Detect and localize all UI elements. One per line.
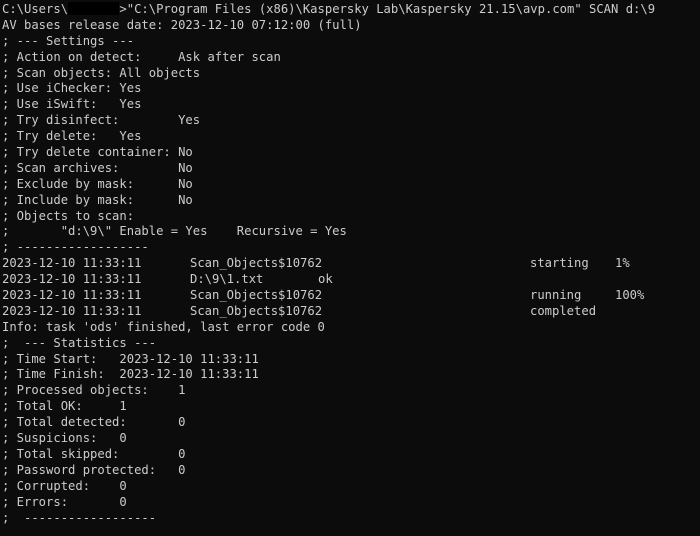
console-window[interactable]: C:\Users\ >"C:\Program Files (x86)\Kasper… <box>0 0 700 536</box>
settings-line: ; ------------------ <box>2 240 149 255</box>
log-progress: 1% <box>615 256 630 271</box>
statistics-line: ; --- Statistics --- <box>2 335 157 350</box>
settings-line: ; Try delete: Yes <box>2 129 142 144</box>
settings-line: ; --- Settings --- <box>2 33 135 48</box>
statistics-line: ; Total OK: 1 <box>2 399 127 414</box>
redacted-username <box>68 2 120 15</box>
log-object: Scan_Objects$10762 <box>190 256 323 271</box>
settings-line: ; Use iSwift: Yes <box>2 97 142 112</box>
log-object: Scan_Objects$10762 <box>190 288 323 303</box>
settings-line: ; Objects to scan: <box>2 208 135 223</box>
settings-line: ; Try delete container: No <box>2 145 193 160</box>
settings-line: ; "d:\9\" Enable = Yes Recursive = Yes <box>2 224 347 239</box>
statistics-line: ; Password protected: 0 <box>2 462 186 477</box>
prompt-command: >"C:\Program Files (x86)\Kaspersky Lab\K… <box>119 2 656 16</box>
command-line: C:\Users\ >"C:\Program Files (x86)\Kasper… <box>2 2 700 18</box>
statistics-line: ; Total detected: 0 <box>2 415 186 430</box>
statistics-line: ; Time Finish: 2023-12-10 11:33:11 <box>2 367 259 382</box>
log-row: 2023-12-10 11:33:11 D:\9\1.txt ok <box>2 272 700 288</box>
settings-line: ; Scan objects: All objects <box>2 65 201 80</box>
statistics-line: ; Suspicions: 0 <box>2 431 127 446</box>
log-status: running <box>530 288 582 303</box>
log-result: ok <box>318 272 333 287</box>
statistics-line: ; Total skipped: 0 <box>2 446 186 461</box>
settings-line: ; Action on detect: Ask after scan <box>2 49 281 64</box>
statistics-line: ; ------------------ <box>2 510 157 525</box>
settings-line: ; Try disinfect: Yes <box>2 113 201 128</box>
log-time: 2023-12-10 11:33:11 <box>2 272 142 287</box>
log-row: 2023-12-10 11:33:11 Scan_Objects$10762 r… <box>2 288 700 304</box>
log-object: D:\9\1.txt <box>190 272 264 287</box>
log-row: 2023-12-10 11:33:11 Scan_Objects$10762 c… <box>2 304 700 320</box>
settings-line: ; Scan archives: No <box>2 160 193 175</box>
statistics-line: ; Processed objects: 1 <box>2 383 186 398</box>
log-progress: 100% <box>615 288 645 303</box>
log-time: 2023-12-10 11:33:11 <box>2 256 142 271</box>
log-row: 2023-12-10 11:33:11 Scan_Objects$10762 s… <box>2 256 700 272</box>
statistics-line: ; Time Start: 2023-12-10 11:33:11 <box>2 351 259 366</box>
log-status: starting <box>530 256 589 271</box>
log-object: Scan_Objects$10762 <box>190 303 323 318</box>
statistics-line: ; Corrupted: 0 <box>2 478 127 493</box>
av-bases-line: AV bases release date: 2023-12-10 07:12:… <box>2 17 362 32</box>
info-line: Info: task 'ods' finished, last error co… <box>2 319 325 334</box>
log-status: completed <box>530 303 597 318</box>
settings-line: ; Exclude by mask: No <box>2 176 193 191</box>
statistics-line: ; Errors: 0 <box>2 494 127 509</box>
log-time: 2023-12-10 11:33:11 <box>2 288 142 303</box>
settings-line: ; Include by mask: No <box>2 192 193 207</box>
log-time: 2023-12-10 11:33:11 <box>2 303 142 318</box>
settings-line: ; Use iChecker: Yes <box>2 81 142 96</box>
prompt-prefix: C:\Users\ <box>2 2 69 16</box>
